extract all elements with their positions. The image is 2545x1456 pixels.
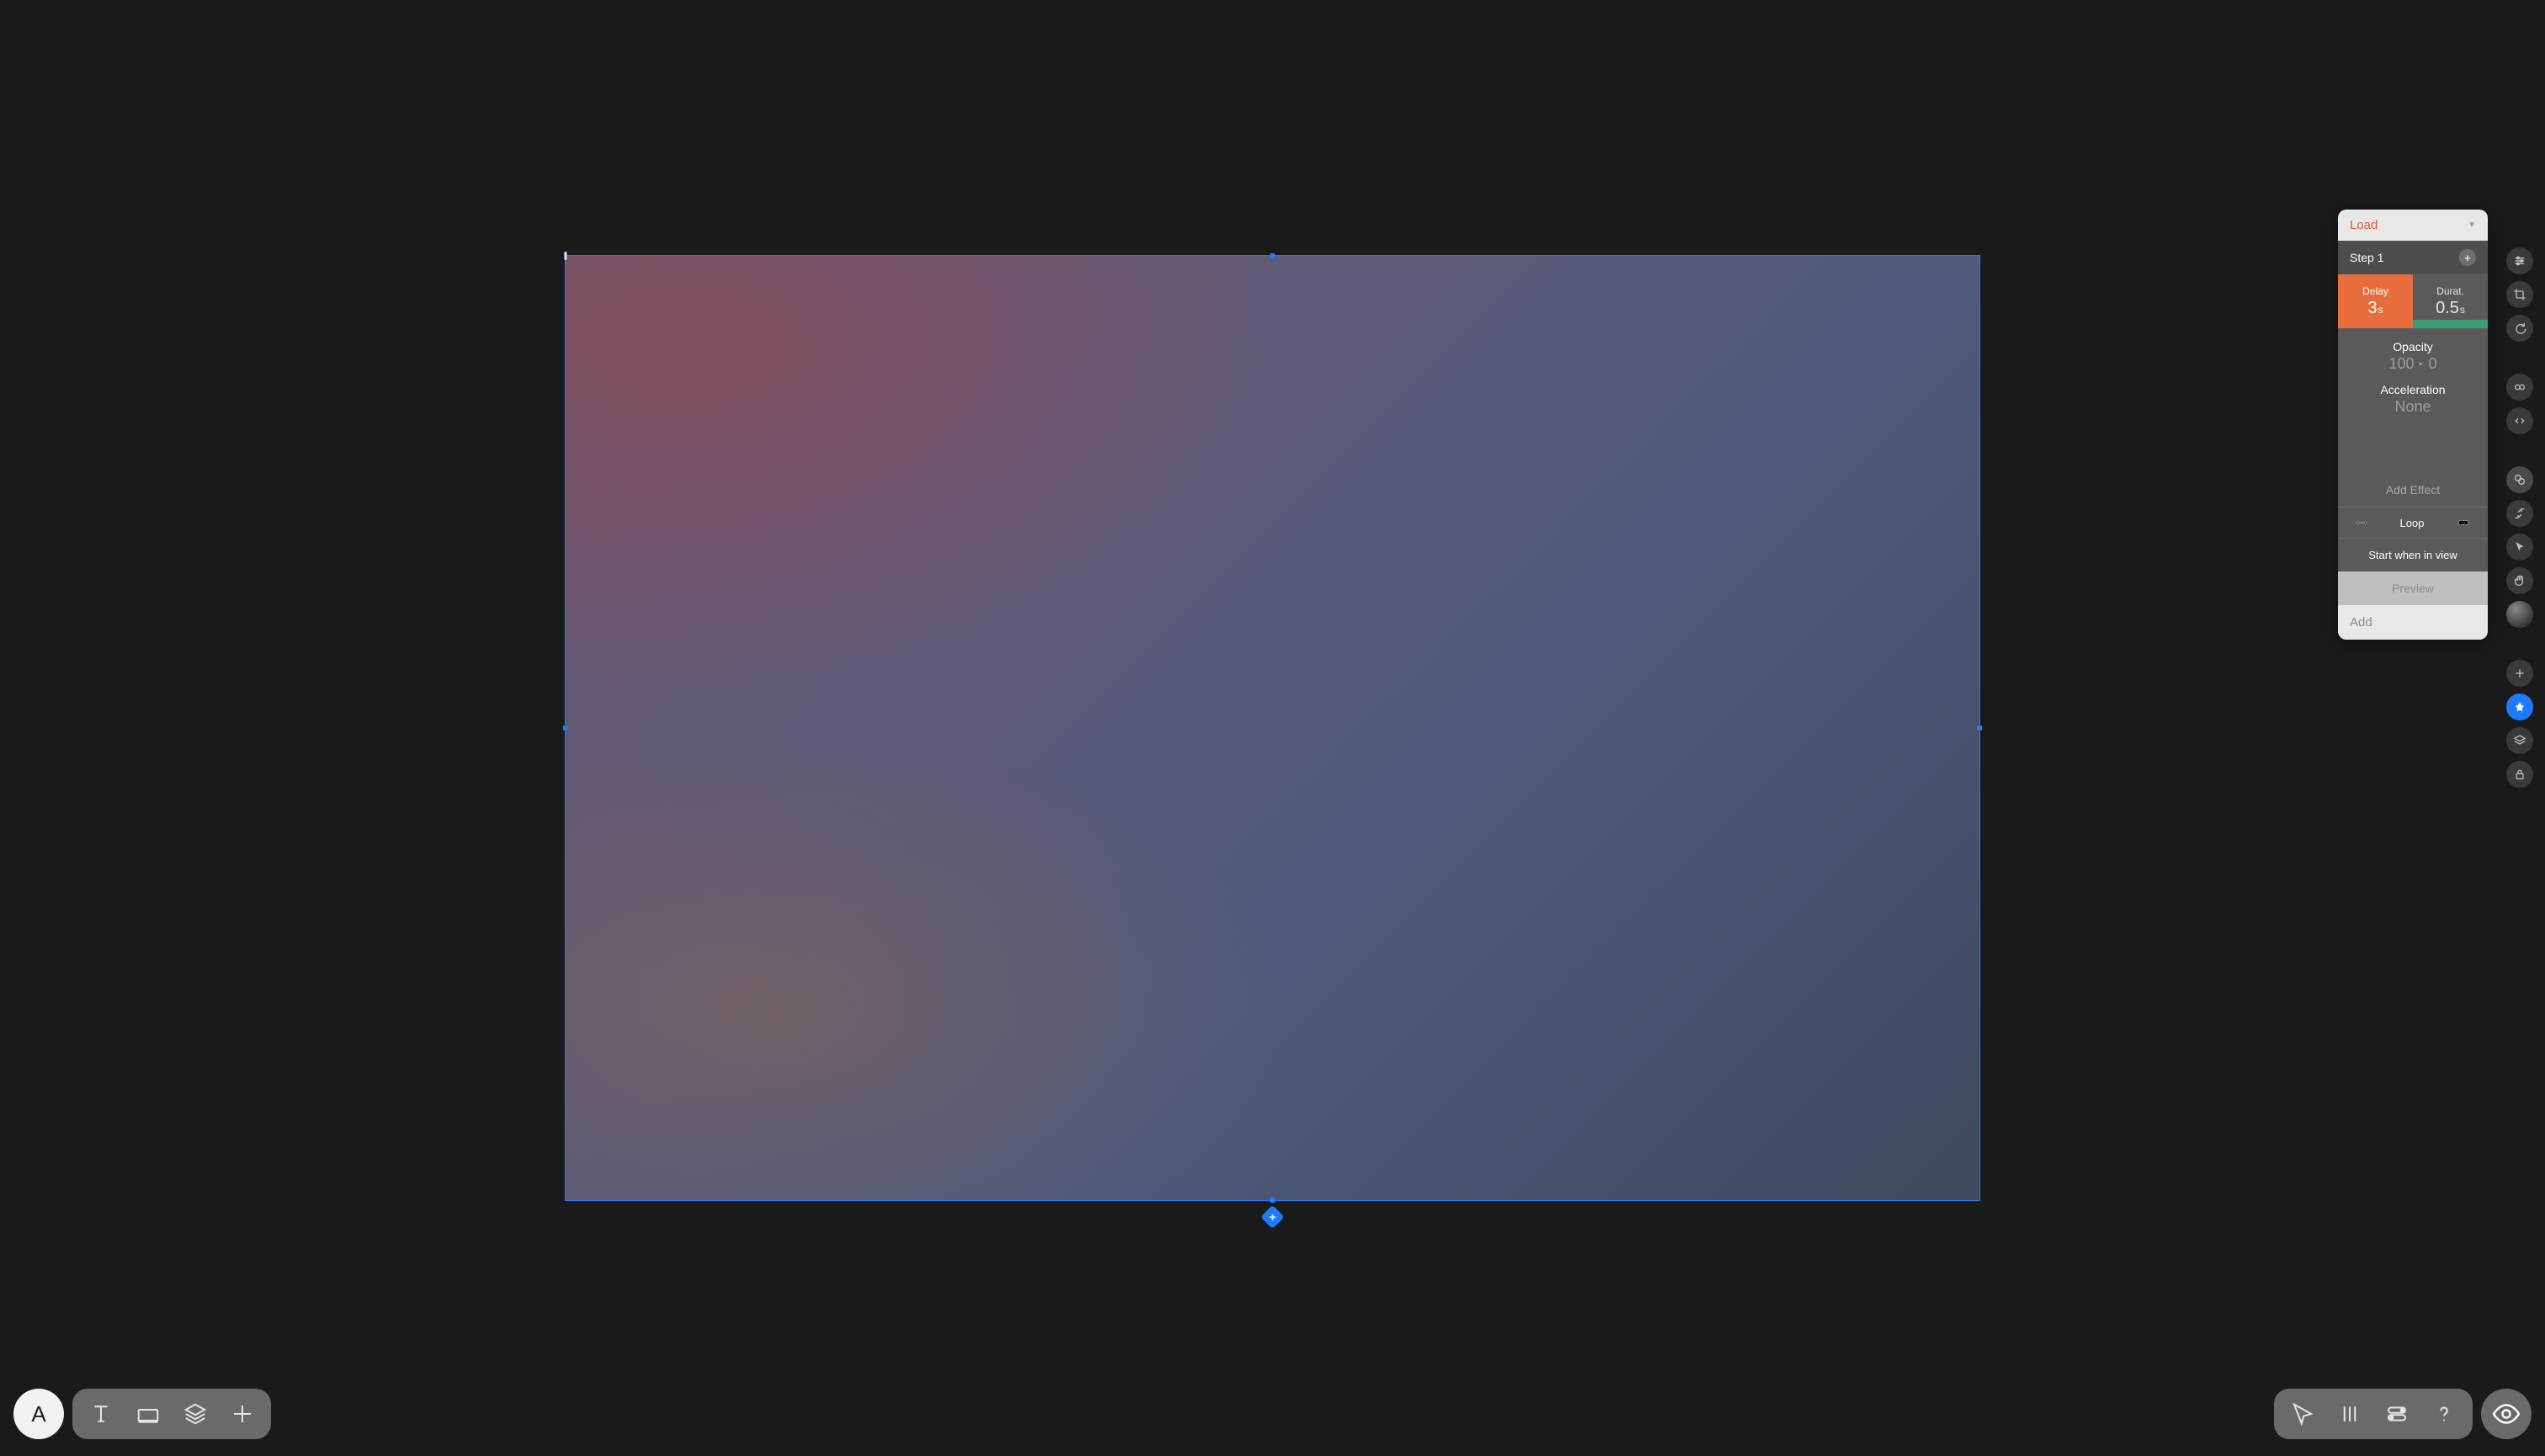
select-tool-button[interactable]: [2279, 1394, 2326, 1434]
acceleration-label: Acceleration: [2338, 383, 2488, 396]
effects-button[interactable]: [2506, 466, 2533, 493]
animation-preview-button[interactable]: Preview: [2338, 571, 2488, 605]
delay-field[interactable]: Delay 3s: [2338, 274, 2413, 328]
loop-link-icon[interactable]: [2451, 516, 2476, 529]
add-animation-button[interactable]: Add: [2338, 605, 2488, 640]
link-button[interactable]: [2506, 374, 2533, 401]
collapse-tool-button[interactable]: [2506, 500, 2533, 527]
resize-handle-top[interactable]: [1270, 253, 1275, 258]
center-indicator: [565, 252, 567, 260]
dropdown-caret-icon: ▼: [2468, 221, 2476, 230]
left-bottom-toolbar: [72, 1389, 271, 1439]
cursor-tool-button[interactable]: [2506, 534, 2533, 561]
animation-trigger-label: Load: [2350, 218, 2378, 232]
add-effect-button[interactable]: Add Effect: [2338, 473, 2488, 507]
opacity-arrow-icon: ▸: [2420, 359, 2424, 369]
resize-handle-bottom[interactable]: [1270, 1198, 1275, 1203]
animation-panel: Load ▼ Step 1 + Delay 3s Durat. 0.5s Opa…: [2338, 210, 2488, 640]
duration-value: 0.5: [2436, 299, 2459, 317]
hand-tool-button[interactable]: [2506, 567, 2533, 594]
columns-view-button[interactable]: [2326, 1394, 2373, 1434]
lock-button[interactable]: [2506, 761, 2533, 788]
right-tool-rail: [2506, 247, 2533, 788]
delay-label: Delay: [2362, 285, 2388, 297]
opacity-from: 100: [2388, 355, 2414, 373]
delay-duration-row: Delay 3s Durat. 0.5s: [2338, 274, 2488, 328]
delay-unit: s: [2378, 304, 2383, 316]
duration-bar: [2413, 320, 2488, 328]
text-tool-button[interactable]: [77, 1394, 125, 1434]
add-step-button[interactable]: +: [2459, 249, 2476, 266]
resize-handle-right[interactable]: [1977, 725, 1982, 731]
stack-layers-button[interactable]: [172, 1394, 219, 1434]
pin-animation-button[interactable]: [2506, 693, 2533, 720]
loop-label[interactable]: Loop: [2400, 517, 2425, 529]
duration-label: Durat.: [2436, 285, 2464, 297]
material-sphere-button[interactable]: [2506, 601, 2533, 628]
loop-bidirectional-icon[interactable]: [2350, 516, 2373, 529]
redo-rotate-button[interactable]: [2506, 315, 2533, 342]
add-section-anchor[interactable]: +: [1261, 1205, 1284, 1229]
code-embed-button[interactable]: [2506, 407, 2533, 434]
acceleration-value: None: [2338, 398, 2488, 416]
resize-handle-left[interactable]: [563, 725, 568, 731]
loop-row: Loop: [2338, 507, 2488, 539]
delay-value: 3: [2367, 299, 2377, 317]
breakpoints-button[interactable]: [2373, 1394, 2420, 1434]
add-tool-button[interactable]: [2506, 660, 2533, 687]
add-element-button[interactable]: [219, 1394, 266, 1434]
container-tool-button[interactable]: [125, 1394, 172, 1434]
crop-button[interactable]: [2506, 281, 2533, 308]
opacity-label: Opacity: [2338, 340, 2488, 353]
right-bottom-toolbar: [2274, 1389, 2473, 1439]
opacity-block[interactable]: Opacity 100 ▸ 0: [2338, 328, 2488, 380]
animation-step-row[interactable]: Step 1 +: [2338, 241, 2488, 274]
start-when-in-view-button[interactable]: Start when in view: [2338, 539, 2488, 571]
selected-canvas-element[interactable]: +: [565, 255, 1979, 1202]
step-label: Step 1: [2350, 251, 2383, 264]
animation-trigger-dropdown[interactable]: Load ▼: [2338, 210, 2488, 241]
layers-button[interactable]: [2506, 727, 2533, 754]
acceleration-block[interactable]: Acceleration None: [2338, 380, 2488, 422]
duration-field[interactable]: Durat. 0.5s: [2413, 274, 2488, 328]
settings-sliders-button[interactable]: [2506, 247, 2533, 274]
opacity-to: 0: [2429, 355, 2437, 373]
help-button[interactable]: [2420, 1394, 2468, 1434]
duration-unit: s: [2460, 304, 2465, 316]
app-root: + Load ▼ Step 1 + Delay 3s Durat. 0.5s O…: [0, 0, 2545, 1456]
user-avatar[interactable]: A: [13, 1389, 64, 1439]
preview-mode-button[interactable]: [2481, 1389, 2532, 1439]
